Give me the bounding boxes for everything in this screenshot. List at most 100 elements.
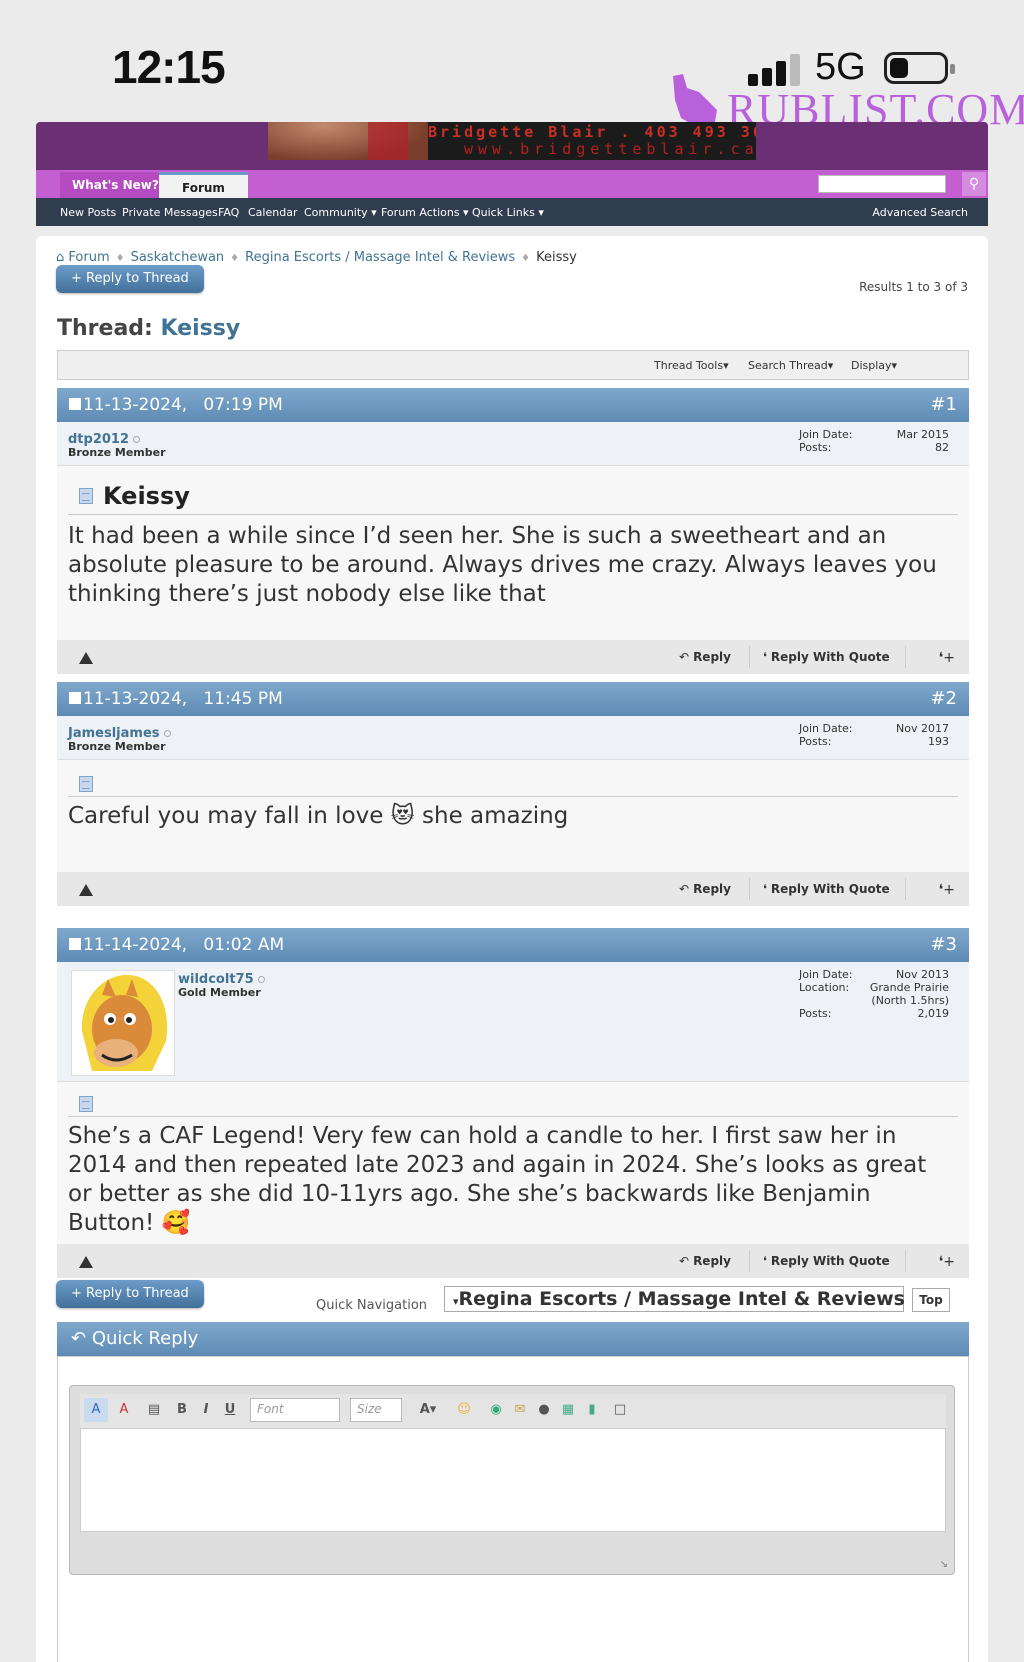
post-body: Careful you may fall in love 😻 she amazi… [57,760,969,872]
reply-to-thread-button-bottom[interactable]: + Reply to Thread [56,1280,204,1308]
post-header: 11-13-2024, 11:45 PM #2 [57,682,969,716]
remove-format-icon[interactable]: A [84,1398,108,1422]
editor-toolbar: A A ▤ B I U Font Size A▾ ☺ ◉ ✉ ● ▦ ▮ □ [80,1394,946,1428]
nav-bar: New Posts Private Messages FAQ Calendar … [36,198,988,226]
smiley-icon[interactable]: ☺ [454,1398,474,1422]
thread-toolbar: Thread Tools▾ Search Thread▾ Display▾ [57,350,969,380]
ad-banner[interactable]: Bridgette Blair . 403 493 3637 www.bridg… [268,122,756,160]
breadcrumb-province[interactable]: Saskatchewan [131,250,225,265]
username[interactable]: dtp2012 [68,432,141,447]
quick-reply-header[interactable]: ↶ Quick Reply [57,1322,969,1356]
breadcrumb-section[interactable]: Regina Escorts / Massage Intel & Reviews [245,250,515,265]
banner-title: Bridgette Blair . 403 493 3637 [428,123,756,141]
breadcrumb: ⌂ Forum ♦ Saskatchewan ♦ Regina Escorts / Ma… [56,250,577,265]
post-title: Keissy [103,482,190,510]
user-meta: Join Date: Mar 2015 Posts: 82 [799,428,949,454]
message-textarea[interactable] [80,1428,946,1532]
bold-icon[interactable]: B [172,1398,192,1422]
reply-button[interactable]: ↶ Reply [679,650,731,664]
banner-url: www.bridgetteblair.ca [464,140,756,158]
home-icon[interactable]: ⌂ [56,250,64,265]
tab-forum[interactable]: Forum [159,172,248,198]
multi-quote-icon[interactable]: ❛+ [939,882,955,898]
report-icon[interactable] [79,884,93,896]
quote-bubble-icon[interactable]: □ [610,1398,630,1422]
search-thread-menu[interactable]: Search Thread▾ [748,359,833,372]
post-number[interactable]: #2 [930,688,957,709]
post-header: 11-14-2024, 01:02 AM #3 [57,928,969,962]
user-rank: Bronze Member [68,446,166,459]
user-rank: Bronze Member [68,740,166,753]
quote-icon: ❛ [763,650,767,664]
unlink-icon[interactable]: ● [534,1398,554,1422]
post-date: 11-14-2024, 01:02 AM [69,935,284,955]
nav-calendar[interactable]: Calendar [248,206,297,219]
video-icon[interactable]: ▮ [582,1398,602,1422]
user-meta: Join Date: Nov 2013 Location: Grande Prair… [799,968,949,1020]
breadcrumb-current: Keissy [536,250,577,265]
post-footer: ↶ Reply ❛ Reply With Quote ❛+ [57,1244,969,1278]
post-footer: ↶ Reply ❛ Reply With Quote ❛+ [57,640,969,674]
nav-advanced-search[interactable]: Advanced Search [872,206,968,219]
nav-private-messages[interactable]: Private Messages [122,206,218,219]
reply-button[interactable]: ↶ Reply [679,882,731,896]
quick-reply-box: A A ▤ B I U Font Size A▾ ☺ ◉ ✉ ● ▦ ▮ □ ↘ [57,1356,969,1662]
avatar[interactable] [71,970,175,1076]
reply-to-thread-button[interactable]: + Reply to Thread [56,265,204,293]
reply-with-quote-button[interactable]: ❛ Reply With Quote [763,882,890,896]
post-footer: ↶ Reply ❛ Reply With Quote ❛+ [57,872,969,906]
search-icon[interactable]: ⚲ [962,172,986,196]
font-select[interactable]: Font [250,1398,340,1422]
post-number[interactable]: #3 [930,934,957,955]
username[interactable]: wildcolt75 [178,972,265,987]
user-meta: Join Date: Nov 2017 Posts: 193 [799,722,949,748]
content-card: ⌂ Forum ♦ Saskatchewan ♦ Regina Escorts / Ma… [36,236,988,1662]
quick-navigation-select[interactable]: ▾Regina Escorts / Massage Intel & Review… [444,1286,905,1312]
quote-icon: ❛ [763,882,767,896]
resize-handle-icon[interactable]: ↘ [940,1559,948,1570]
nav-faq[interactable]: FAQ [218,206,239,219]
reply-with-quote-button[interactable]: ❛ Reply With Quote [763,1254,890,1268]
post-header: 11-13-2024, 07:19 PM #1 [57,388,969,422]
email-icon[interactable]: ✉ [510,1398,530,1422]
reply-icon: ↶ [679,1254,690,1268]
breadcrumb-forum[interactable]: Forum [68,250,109,265]
report-icon[interactable] [79,1256,93,1268]
horse-avatar-icon [81,974,168,1071]
paste-icon[interactable]: ▤ [144,1398,164,1422]
underline-icon[interactable]: U [220,1398,240,1422]
display-menu[interactable]: Display▾ [851,359,897,372]
reply-button[interactable]: ↶ Reply [679,1254,731,1268]
tab-whats-new[interactable]: What's New? [60,172,171,198]
nav-community[interactable]: Community ▾ [304,206,377,219]
top-button[interactable]: Top [912,1288,950,1312]
post-body: Keissy It had been a while since I’d see… [57,466,969,640]
italic-icon[interactable]: I [196,1398,216,1422]
user-rank: Gold Member [178,986,261,999]
nav-new-posts[interactable]: New Posts [60,206,116,219]
clock: 12:15 [112,41,226,93]
reply-icon: ↶ [679,650,690,664]
offline-status-icon [257,976,265,983]
collapse-icon: ↶ [71,1328,87,1349]
image-icon[interactable]: ▦ [558,1398,578,1422]
search-input[interactable] [818,175,946,193]
post-number[interactable]: #1 [930,394,957,415]
post-2: 11-13-2024, 11:45 PM #2 Jamesljames Bron… [57,682,969,906]
reply-icon: ↶ [679,882,690,896]
link-icon[interactable]: ◉ [486,1398,506,1422]
multi-quote-icon[interactable]: ❛+ [939,650,955,666]
multi-quote-icon[interactable]: ❛+ [939,1254,955,1270]
offline-status-icon [163,730,171,737]
reply-with-quote-button[interactable]: ❛ Reply With Quote [763,650,890,664]
username[interactable]: Jamesljames [68,726,171,741]
report-icon[interactable] [79,652,93,664]
quote-icon: ❛ [763,1254,767,1268]
text-color-icon[interactable]: A▾ [412,1398,444,1422]
thread-tools-menu[interactable]: Thread Tools▾ [654,359,729,372]
nav-quick-links[interactable]: Quick Links ▾ [472,206,544,219]
size-select[interactable]: Size [350,1398,402,1422]
post-3: 11-14-2024, 01:02 AM #3 wildcolt75 Gold … [57,928,969,1278]
nav-forum-actions[interactable]: Forum Actions ▾ [381,206,469,219]
switch-editor-icon[interactable]: A [112,1398,136,1422]
